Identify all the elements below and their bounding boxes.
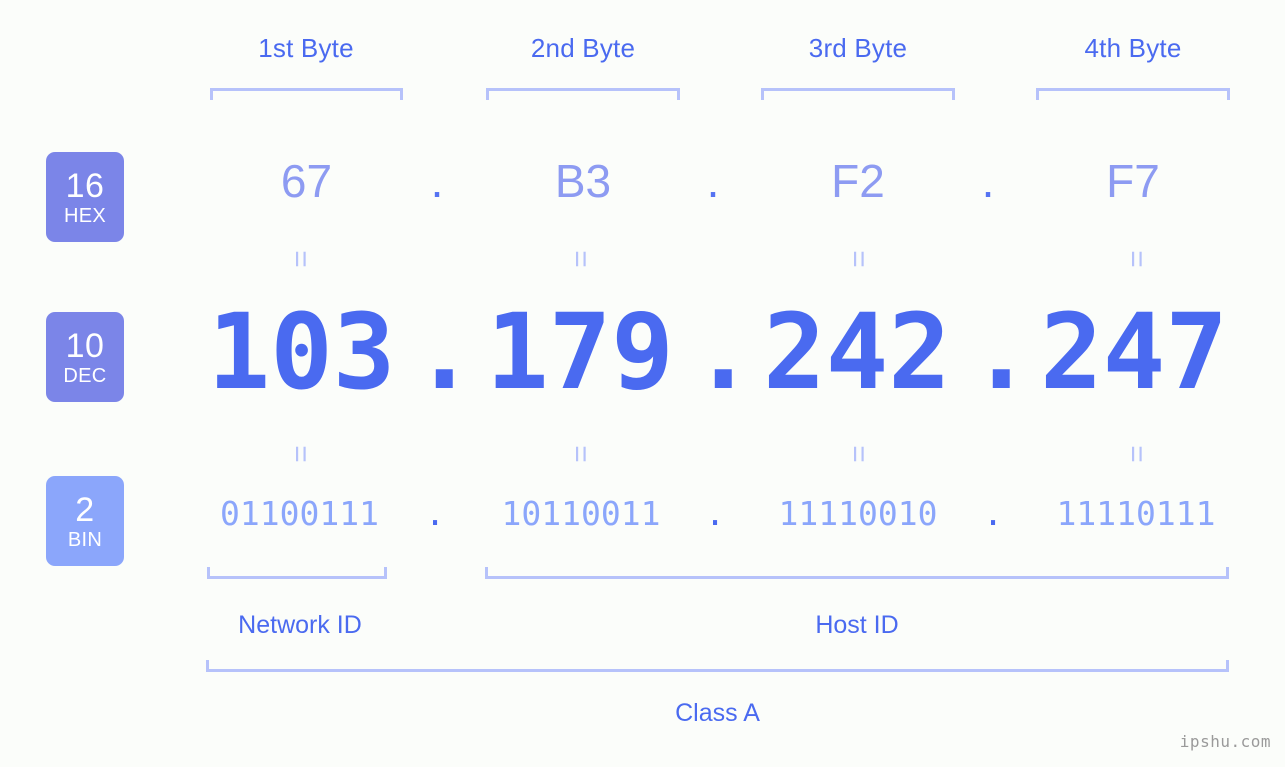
byte-bracket-4 bbox=[1036, 88, 1230, 100]
hex-separator-1: . bbox=[430, 155, 444, 207]
bin-octet-4: 11110111 bbox=[1056, 494, 1216, 533]
bin-octet-1: 01100111 bbox=[220, 494, 379, 533]
base-badge-dec-number: 10 bbox=[65, 326, 105, 365]
ip-breakdown-diagram: 1st Byte 2nd Byte 3rd Byte 4th Byte 16 H… bbox=[0, 0, 1285, 767]
equals-mark-dec-bin-1: = bbox=[284, 445, 317, 463]
byte-bracket-3 bbox=[761, 88, 955, 100]
dec-octet-4: 247 bbox=[1040, 291, 1228, 413]
equals-mark-hex-dec-2: = bbox=[564, 250, 597, 268]
host-id-bracket bbox=[485, 567, 1229, 579]
hex-octet-3: F2 bbox=[831, 155, 885, 207]
hex-separator-2: . bbox=[706, 155, 720, 207]
bin-octet-2: 10110011 bbox=[501, 494, 661, 533]
equals-mark-dec-bin-2: = bbox=[564, 445, 597, 463]
base-badge-hex-number: 16 bbox=[65, 166, 105, 205]
base-badge-dec-label: DEC bbox=[63, 364, 107, 387]
network-id-label: Network ID bbox=[238, 611, 362, 639]
network-id-bracket bbox=[207, 567, 387, 579]
base-badge-dec: 10 DEC bbox=[46, 312, 124, 402]
equals-mark-hex-dec-3: = bbox=[842, 250, 875, 268]
byte-label-3: 3rd Byte bbox=[808, 33, 908, 63]
host-id-label: Host ID bbox=[815, 611, 899, 639]
dec-octet-2: 179 bbox=[486, 291, 674, 413]
byte-label-4: 4th Byte bbox=[1084, 33, 1182, 63]
base-badge-bin: 2 BIN bbox=[46, 476, 124, 566]
base-badge-bin-number: 2 bbox=[75, 490, 95, 529]
base-badge-hex: 16 HEX bbox=[46, 152, 124, 242]
bin-octet-3: 11110010 bbox=[778, 494, 938, 533]
bin-separator-2: . bbox=[705, 494, 725, 533]
base-badge-bin-label: BIN bbox=[67, 528, 103, 551]
dec-separator-3: . bbox=[970, 291, 1033, 413]
hex-octet-4: F7 bbox=[1106, 155, 1160, 207]
site-watermark: ipshu.com bbox=[1179, 732, 1271, 751]
byte-label-2: 2nd Byte bbox=[530, 33, 636, 63]
bin-separator-1: . bbox=[425, 494, 445, 533]
equals-mark-hex-dec-4: = bbox=[1120, 250, 1153, 268]
hex-octet-2: B3 bbox=[554, 155, 612, 207]
dec-separator-1: . bbox=[413, 291, 476, 413]
bin-separator-3: . bbox=[983, 494, 1003, 533]
equals-mark-dec-bin-4: = bbox=[1120, 445, 1153, 463]
base-badge-hex-label: HEX bbox=[63, 204, 107, 227]
class-bracket bbox=[206, 660, 1229, 672]
byte-label-1: 1st Byte bbox=[258, 33, 354, 63]
dec-separator-2: . bbox=[692, 291, 755, 413]
dec-octet-1: 103 bbox=[207, 291, 396, 413]
dec-octet-3: 242 bbox=[763, 291, 951, 413]
hex-separator-3: . bbox=[981, 155, 995, 207]
equals-mark-dec-bin-3: = bbox=[842, 445, 875, 463]
class-label: Class A bbox=[675, 699, 760, 727]
byte-bracket-1 bbox=[210, 88, 403, 100]
equals-mark-hex-dec-1: = bbox=[284, 250, 317, 268]
byte-bracket-2 bbox=[486, 88, 680, 100]
hex-octet-1: 67 bbox=[280, 155, 333, 207]
